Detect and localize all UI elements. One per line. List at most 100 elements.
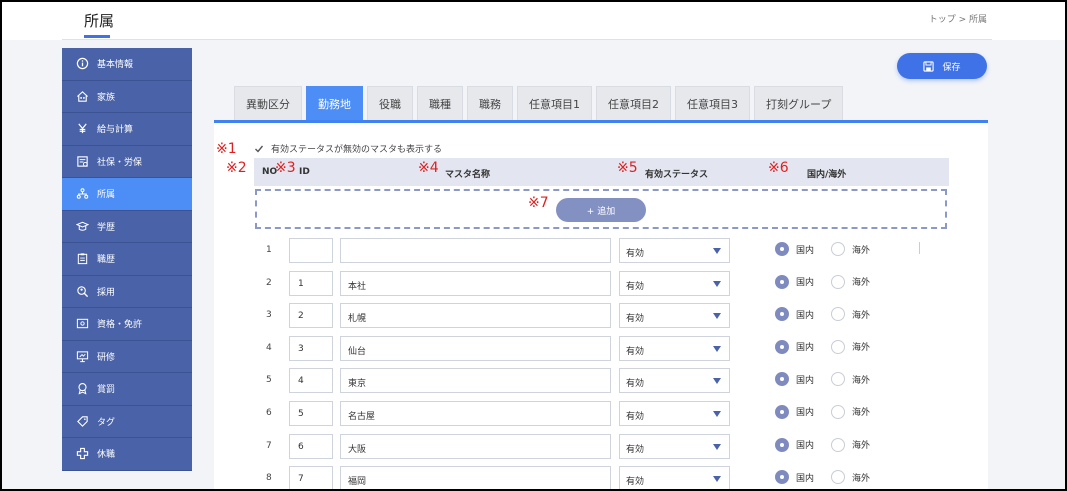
id-input[interactable]: [289, 238, 333, 263]
tab-custom-2[interactable]: 任意項目2: [596, 86, 671, 120]
sidebar-item-recruitment[interactable]: 採用: [62, 275, 192, 308]
sidebar-item-awards[interactable]: 賞罰: [62, 373, 192, 406]
status-select[interactable]: 有効: [619, 400, 730, 426]
checkmark-icon[interactable]: [253, 143, 265, 155]
radio-domestic[interactable]: [775, 404, 789, 419]
yen-icon: [75, 122, 89, 136]
status-select[interactable]: 有効: [619, 433, 730, 459]
id-input[interactable]: 3: [289, 335, 333, 361]
status-select[interactable]: 有効: [619, 466, 730, 489]
master-name-input[interactable]: 仙台: [340, 335, 611, 361]
sidebar-item-payroll[interactable]: 給与計算: [62, 113, 192, 146]
sidebar-item-training[interactable]: 研修: [62, 340, 192, 373]
save-button[interactable]: 保存: [897, 53, 987, 79]
table-row: 5 4 東京 有効 国内 海外: [254, 364, 954, 397]
status-select-value: 有効: [626, 314, 645, 325]
id-input[interactable]: 6: [289, 433, 333, 459]
sidebar-item-label: 職歴: [97, 255, 116, 266]
id-input[interactable]: 4: [289, 368, 333, 394]
sidebar-item-leave[interactable]: 休職: [62, 438, 192, 471]
radio-overseas-label: 海外: [852, 375, 871, 386]
sidebar-item-work-history[interactable]: 職歴: [62, 243, 192, 276]
sidebar-item-label: 給与計算: [97, 125, 134, 136]
radio-overseas[interactable]: [831, 339, 846, 354]
tab-custom-3[interactable]: 任意項目3: [675, 86, 750, 120]
tab-custom-1[interactable]: 任意項目1: [517, 86, 592, 120]
note-5: ※5: [617, 160, 638, 176]
note-2: ※2: [226, 160, 247, 176]
floppy-disk-icon: [923, 60, 935, 72]
tab-position[interactable]: 役職: [367, 86, 413, 120]
region-radio-group: 国内 海外: [775, 274, 887, 289]
status-select[interactable]: 有効: [619, 368, 730, 394]
radio-overseas-label: 海外: [852, 278, 871, 289]
breadcrumb[interactable]: トップ > 所属: [929, 12, 987, 25]
row-number: 5: [266, 375, 272, 386]
row-number: 4: [266, 342, 272, 353]
radio-domestic-label: 国内: [796, 441, 815, 452]
id-input[interactable]: 1: [289, 270, 333, 296]
radio-overseas[interactable]: [831, 274, 846, 289]
radio-overseas-label: 海外: [852, 441, 871, 452]
region-radio-group: 国内 海外: [775, 404, 887, 419]
note-7: ※7: [528, 195, 549, 211]
id-input[interactable]: 5: [289, 400, 333, 426]
tab-transfer-type[interactable]: 異動区分: [234, 86, 302, 120]
row-number: 1: [266, 245, 272, 255]
master-name-input[interactable]: 大阪: [340, 433, 611, 459]
col-header-status: 有効ステータス: [645, 170, 709, 180]
radio-domestic[interactable]: [775, 307, 789, 322]
radio-overseas-label: 海外: [852, 408, 871, 419]
radio-domestic[interactable]: [775, 470, 789, 485]
radio-domestic[interactable]: [775, 339, 789, 354]
radio-overseas-label: 海外: [852, 310, 871, 321]
col-header-name: マスタ名称: [445, 170, 491, 180]
radio-overseas[interactable]: [831, 404, 846, 419]
col-header-region: 国内/海外: [807, 170, 847, 180]
sidebar-item-label: 家族: [97, 92, 116, 103]
sidebar-item-label: タグ: [97, 417, 116, 428]
tab-clock-group[interactable]: 打刻グループ: [754, 86, 844, 120]
tab-work-location[interactable]: 勤務地: [306, 86, 363, 120]
region-radio-group: 国内 海外: [775, 242, 887, 256]
presentation-icon: [75, 349, 89, 363]
note-3: ※3: [275, 160, 296, 176]
chevron-down-icon: [713, 378, 721, 385]
id-input[interactable]: 2: [289, 303, 333, 329]
sidebar-item-basic-info[interactable]: 基本情報: [62, 48, 192, 81]
master-name-input[interactable]: 本社: [340, 270, 611, 296]
radio-overseas[interactable]: [831, 372, 846, 387]
radio-overseas[interactable]: [831, 242, 846, 256]
table-row: 3 2 札幌 有効 国内 海外: [254, 299, 954, 332]
insurance-icon: [75, 154, 89, 168]
master-name-input[interactable]: [340, 238, 611, 263]
note-4: ※4: [418, 160, 439, 176]
sidebar-item-qualifications[interactable]: 資格・免許: [62, 308, 192, 341]
master-name-input[interactable]: 福岡: [340, 466, 611, 489]
radio-domestic[interactable]: [775, 242, 789, 256]
radio-domestic[interactable]: [775, 437, 789, 452]
sidebar-item-education[interactable]: 学歴: [62, 210, 192, 243]
master-name-input[interactable]: 札幌: [340, 303, 611, 329]
status-select[interactable]: 有効: [619, 270, 730, 296]
sidebar-item-affiliation[interactable]: 所属: [62, 178, 192, 211]
region-radio-group: 国内 海外: [775, 437, 887, 452]
sidebar-item-family[interactable]: 家族: [62, 80, 192, 113]
master-name-input[interactable]: 名古屋: [340, 400, 611, 426]
radio-domestic[interactable]: [775, 274, 789, 289]
radio-overseas[interactable]: [831, 307, 846, 322]
show-inactive-toggle[interactable]: 有効ステータスが無効のマスタも表示する: [253, 142, 442, 155]
add-button[interactable]: + 追加: [556, 198, 646, 222]
radio-domestic[interactable]: [775, 372, 789, 387]
master-name-input[interactable]: 東京: [340, 368, 611, 394]
id-input[interactable]: 7: [289, 466, 333, 489]
tab-duty[interactable]: 職務: [467, 86, 513, 120]
sidebar-item-insurance[interactable]: 社保・労保: [62, 145, 192, 178]
radio-overseas[interactable]: [831, 470, 846, 485]
radio-overseas[interactable]: [831, 437, 846, 452]
sidebar-item-tags[interactable]: タグ: [62, 405, 192, 438]
status-select[interactable]: 有効: [619, 303, 730, 329]
status-select[interactable]: 有効: [619, 238, 730, 263]
status-select[interactable]: 有効: [619, 335, 730, 361]
tab-job-type[interactable]: 職種: [417, 86, 463, 120]
